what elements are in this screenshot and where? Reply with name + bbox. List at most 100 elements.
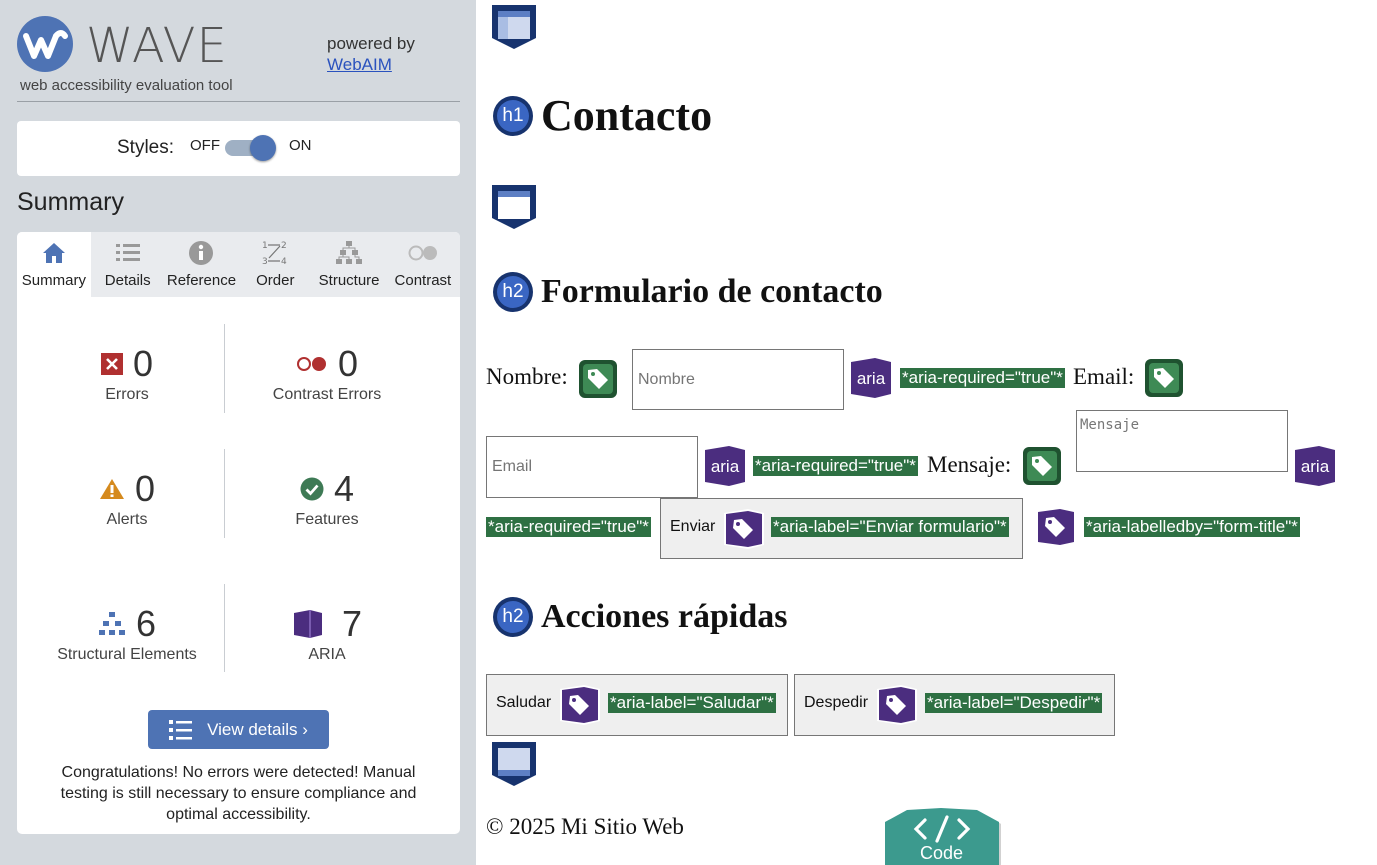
svg-text:aria: aria bbox=[857, 369, 886, 388]
styles-label: Styles: bbox=[117, 137, 175, 158]
aria-required-annotation: *aria-required="true"* bbox=[900, 368, 1065, 388]
alert-icon bbox=[99, 479, 124, 499]
heading-h2-actions: h2 Acciones rápidas bbox=[493, 597, 788, 637]
region-icon bbox=[492, 185, 536, 229]
name-label: Nombre: bbox=[486, 364, 568, 389]
contrast-errors-count: 0 bbox=[337, 343, 359, 384]
submit-label: Enviar bbox=[670, 518, 716, 535]
summary-heading: Summary bbox=[17, 188, 124, 216]
aria-required-annotation: *aria-required="true"* bbox=[486, 517, 651, 537]
styles-on-label: ON bbox=[289, 137, 312, 154]
structure-icon bbox=[98, 612, 125, 635]
label-tag-icon bbox=[1145, 359, 1183, 397]
structural-count: 6 bbox=[135, 603, 157, 644]
aria-label: ARIA bbox=[308, 646, 346, 663]
tab-summary[interactable]: Summary bbox=[17, 232, 91, 297]
feature-check-icon bbox=[300, 477, 324, 501]
styles-off-label: OFF bbox=[190, 137, 220, 154]
aria-label-annotation: *aria-label="Enviar formulario"* bbox=[771, 517, 1009, 537]
tab-details[interactable]: Details bbox=[91, 232, 165, 297]
actions-heading: Acciones rápidas bbox=[541, 598, 788, 635]
wave-tagline: web accessibility evaluation tool bbox=[20, 77, 233, 94]
label-tag-icon bbox=[1023, 447, 1061, 485]
footer-text: © 2025 Mi Sitio Web bbox=[486, 814, 684, 839]
alerts-count: 0 bbox=[134, 468, 156, 509]
tab-label: Details bbox=[104, 272, 151, 289]
aria-label-tag-icon bbox=[877, 685, 917, 725]
bye-button[interactable]: Despedir *aria-label="Despedir"* bbox=[794, 674, 1115, 736]
submit-button[interactable]: Enviar *aria-label="Enviar formulario"* bbox=[660, 498, 1023, 559]
tab-structure[interactable]: Structure bbox=[312, 232, 386, 297]
summary-panel: Summary Details Reference 1 2 3 4 Order Str… bbox=[17, 232, 460, 834]
contrast-icon bbox=[386, 240, 460, 266]
powered-by: powered by WebAIM bbox=[327, 33, 415, 75]
tab-label: Order bbox=[256, 272, 295, 289]
stat-alerts[interactable]: 0 Alerts bbox=[27, 468, 227, 529]
region-icon bbox=[492, 742, 536, 786]
tab-contrast[interactable]: Contrast bbox=[386, 232, 460, 297]
page-title: Contacto bbox=[541, 91, 713, 140]
errors-count: 0 bbox=[132, 343, 154, 384]
contrast-error-icon bbox=[296, 357, 326, 371]
aria-required-annotation: *aria-required="true"* bbox=[753, 456, 918, 476]
view-details-button[interactable]: View details › bbox=[148, 710, 329, 749]
features-count: 4 bbox=[333, 468, 355, 509]
divider bbox=[17, 101, 460, 102]
region-icon bbox=[492, 5, 536, 49]
code-button-label: Code bbox=[920, 843, 964, 863]
tab-label: Summary bbox=[21, 272, 86, 289]
aria-label-annotation: *aria-label="Despedir"* bbox=[925, 693, 1103, 713]
styles-toggle-knob[interactable] bbox=[250, 135, 276, 161]
aria-icon: aria bbox=[705, 446, 745, 486]
structural-label: Structural Elements bbox=[57, 646, 197, 663]
page-preview: h1 Contacto h2 Formulario de contacto No… bbox=[476, 0, 1377, 865]
name-input[interactable]: Nombre bbox=[632, 349, 844, 410]
tab-reference[interactable]: Reference bbox=[165, 232, 239, 297]
svg-text:aria: aria bbox=[711, 457, 740, 476]
svg-text:4: 4 bbox=[281, 257, 287, 267]
home-icon bbox=[17, 240, 91, 266]
wave-sidebar: WAVE web accessibility evaluation tool p… bbox=[0, 0, 476, 865]
webaim-link[interactable]: WebAIM bbox=[327, 54, 415, 75]
label-tag-icon bbox=[579, 360, 617, 398]
view-details-label: View details › bbox=[207, 719, 308, 739]
greet-button[interactable]: Saludar *aria-label="Saludar"* bbox=[486, 674, 788, 736]
aria-label-tag-icon bbox=[1036, 507, 1076, 547]
form-heading: Formulario de contacto bbox=[541, 273, 883, 310]
stat-contrast-errors[interactable]: 0 Contrast Errors bbox=[227, 343, 427, 404]
wave-title: WAVE bbox=[86, 18, 228, 74]
wave-logo-icon bbox=[17, 16, 73, 72]
order-icon: 1 2 3 4 bbox=[238, 240, 312, 267]
aria-labelledby-annotation: *aria-labelledby="form-title"* bbox=[1084, 517, 1300, 537]
heading-h2-form: h2 Formulario de contacto bbox=[493, 272, 883, 312]
message-textarea[interactable]: Mensaje bbox=[1076, 410, 1288, 472]
stat-aria[interactable]: 7 ARIA bbox=[227, 603, 427, 664]
code-toggle-button[interactable]: Code bbox=[885, 808, 1005, 865]
list-icon bbox=[91, 240, 165, 266]
aria-label-tag-icon bbox=[560, 685, 600, 725]
stat-features[interactable]: 4 Features bbox=[227, 468, 427, 529]
h1-badge-icon: h1 bbox=[493, 95, 533, 136]
styles-toggle-box: Styles: OFF ON bbox=[17, 121, 460, 176]
aria-icon: aria bbox=[851, 358, 891, 398]
svg-text:3: 3 bbox=[262, 257, 268, 267]
aria-label-tag-icon bbox=[724, 509, 764, 549]
h1-badge-text: h1 bbox=[497, 99, 529, 132]
svg-text:1: 1 bbox=[262, 241, 268, 251]
tab-label: Structure bbox=[318, 272, 380, 289]
stat-structural[interactable]: 6 Structural Elements bbox=[27, 603, 227, 664]
stat-errors[interactable]: 0 Errors bbox=[27, 343, 227, 404]
aria-label-annotation: *aria-label="Saludar"* bbox=[608, 693, 776, 713]
email-input[interactable]: Email bbox=[486, 436, 698, 498]
greet-label: Saludar bbox=[496, 694, 552, 711]
email-label: Email: bbox=[1073, 364, 1135, 389]
svg-text:2: 2 bbox=[281, 241, 287, 251]
h2-badge-text: h2 bbox=[497, 601, 529, 633]
tab-label: Contrast bbox=[394, 272, 452, 289]
tab-order[interactable]: 1 2 3 4 Order bbox=[238, 232, 312, 297]
aria-icon bbox=[293, 610, 322, 638]
contrast-errors-label: Contrast Errors bbox=[272, 386, 382, 403]
error-icon bbox=[100, 353, 123, 375]
h2-badge-text: h2 bbox=[497, 276, 529, 308]
aria-icon: aria bbox=[1295, 446, 1335, 486]
